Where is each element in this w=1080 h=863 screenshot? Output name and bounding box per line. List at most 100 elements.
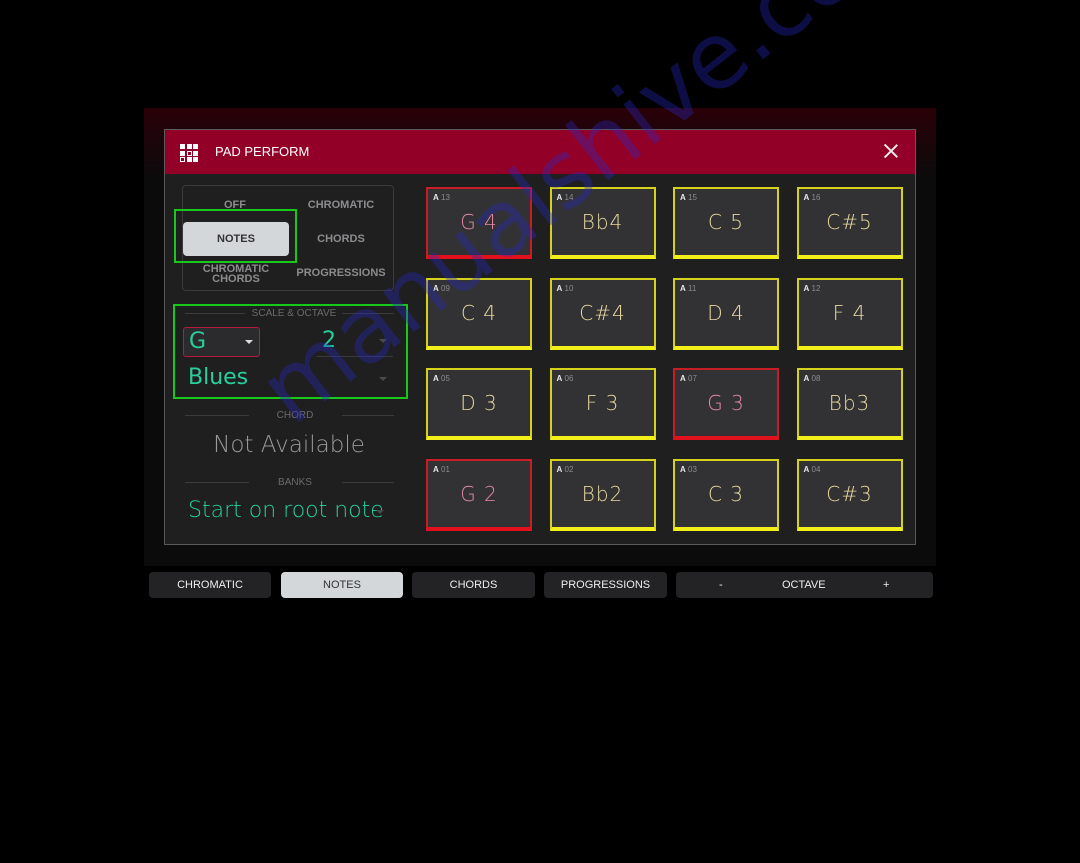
pad-note: Bb4 xyxy=(581,210,624,234)
separator xyxy=(185,415,249,416)
pad-02[interactable]: A 02 Bb2 xyxy=(549,458,656,531)
pad-number: 08 xyxy=(811,374,821,383)
pad-id: A 06 xyxy=(557,374,574,383)
notes-button[interactable]: NOTES xyxy=(281,572,403,598)
pad-number: 04 xyxy=(811,464,821,474)
pad-bank: A xyxy=(433,283,439,293)
pad-14[interactable]: A 14 Bb4 xyxy=(549,187,656,259)
pad-bank: A xyxy=(803,283,810,293)
pad-bank: A xyxy=(803,193,810,202)
pad-number: 07 xyxy=(688,374,697,383)
chords-button[interactable]: CHORDS xyxy=(412,572,535,598)
chromatic-button[interactable]: CHROMATIC xyxy=(149,572,271,598)
pad-bank: A xyxy=(556,283,563,293)
pad-number: 13 xyxy=(441,193,450,202)
separator xyxy=(342,415,394,416)
pad-bank: A xyxy=(556,193,563,202)
pad-id: A 09 xyxy=(433,284,450,293)
pad-note: C#4 xyxy=(579,300,626,325)
mode-chromatic[interactable]: CHROMATIC xyxy=(295,200,387,211)
pad-number: 12 xyxy=(811,283,821,293)
octave-dropdown[interactable]: 2 xyxy=(315,327,395,357)
separator xyxy=(185,313,245,314)
pad-id: A 14 xyxy=(557,193,574,202)
pad-number: 01 xyxy=(441,464,450,474)
pad-05[interactable]: A 05 D 3 xyxy=(426,368,532,440)
pad-number: 03 xyxy=(688,464,697,474)
octave-value: 2 xyxy=(322,328,336,353)
banks-value: Start on root note xyxy=(188,498,384,523)
pad-id: A 02 xyxy=(557,465,574,474)
field-underline xyxy=(317,356,393,357)
pad-number: 14 xyxy=(564,193,574,202)
pad-04[interactable]: A 04 C#3 xyxy=(796,458,903,531)
pad-03[interactable]: A 03 C 3 xyxy=(673,458,779,531)
pad-id: A 01 xyxy=(433,465,450,474)
separator xyxy=(342,313,394,314)
pad-12[interactable]: A 12 F 4 xyxy=(796,277,903,350)
pad-note: C#5 xyxy=(826,210,873,234)
pad-bank: A xyxy=(680,464,686,474)
pad-13[interactable]: A 13 G 4 xyxy=(426,187,532,259)
octave-control: - OCTAVE + xyxy=(676,572,933,598)
pad-15[interactable]: A 15 C 5 xyxy=(673,187,779,259)
notes-highlight xyxy=(174,209,297,263)
octave-minus-button[interactable]: - xyxy=(719,579,723,591)
pad-01[interactable]: A 01 G 2 xyxy=(426,458,532,531)
dialog-title: PAD PERFORM xyxy=(215,144,310,159)
pad-id: A 04 xyxy=(804,465,821,474)
root-note-value: G xyxy=(189,329,207,354)
pad-bank: A xyxy=(680,374,686,383)
root-note-dropdown[interactable]: G xyxy=(183,327,260,357)
pad-bank: A xyxy=(433,374,439,383)
pad-06[interactable]: A 06 F 3 xyxy=(549,368,656,440)
pad-number: 11 xyxy=(688,283,697,293)
close-icon[interactable] xyxy=(881,141,901,161)
pad-10[interactable]: A 10 C#4 xyxy=(549,277,656,350)
pad-grid-icon xyxy=(180,144,198,162)
octave-plus-button[interactable]: + xyxy=(883,579,889,591)
chevron-down-icon xyxy=(379,339,387,343)
chevron-down-icon xyxy=(376,510,384,514)
pad-11[interactable]: A 11 D 4 xyxy=(673,277,779,350)
chord-label: CHORD xyxy=(276,410,314,421)
pad-09[interactable]: A 09 C 4 xyxy=(426,277,532,350)
pad-id: A 10 xyxy=(557,284,574,293)
pad-07[interactable]: A 07 G 3 xyxy=(673,368,779,440)
pad-id: A 15 xyxy=(680,193,697,202)
pad-number: 02 xyxy=(564,464,574,474)
octave-label: OCTAVE xyxy=(782,579,826,591)
pad-16[interactable]: A 16 C#5 xyxy=(796,187,903,259)
pad-note: C 3 xyxy=(707,481,745,506)
progressions-button[interactable]: PROGRESSIONS xyxy=(544,572,667,598)
scale-octave-label: SCALE & OCTAVE xyxy=(251,308,337,319)
mode-chromatic-chords[interactable]: CHROMATIC CHORDS xyxy=(197,264,275,285)
separator xyxy=(342,482,394,483)
pad-id: A 07 xyxy=(680,374,697,383)
pad-note: C#3 xyxy=(826,481,873,506)
mode-chromatic-chords-line2: CHORDS xyxy=(212,273,260,285)
pad-id: A 08 xyxy=(804,374,821,383)
pad-08[interactable]: A 08 Bb3 xyxy=(796,368,903,440)
banks-dropdown[interactable]: Start on root note xyxy=(183,496,395,528)
chord-value: Not Available xyxy=(213,432,365,458)
mode-chords[interactable]: CHORDS xyxy=(295,234,387,245)
separator xyxy=(185,482,249,483)
pad-number: 05 xyxy=(441,374,450,383)
pad-bank: A xyxy=(433,464,439,474)
dialog-header: PAD PERFORM xyxy=(165,130,915,174)
pad-bank: A xyxy=(556,374,563,383)
pad-bank: A xyxy=(803,464,810,474)
pad-number: 10 xyxy=(564,283,574,293)
pad-note: G 3 xyxy=(707,391,745,415)
mode-progressions[interactable]: PROGRESSIONS xyxy=(295,268,387,279)
pad-id: A 11 xyxy=(680,284,696,293)
scale-dropdown[interactable]: Blues xyxy=(183,364,395,394)
pad-id: A 16 xyxy=(804,193,821,202)
pad-note: F 3 xyxy=(585,391,620,415)
pad-id: A 12 xyxy=(804,284,821,293)
pad-note: D 3 xyxy=(460,391,498,415)
pad-note: Bb2 xyxy=(581,481,624,506)
pad-note: C 5 xyxy=(707,210,745,234)
pad-bank: A xyxy=(680,193,686,202)
